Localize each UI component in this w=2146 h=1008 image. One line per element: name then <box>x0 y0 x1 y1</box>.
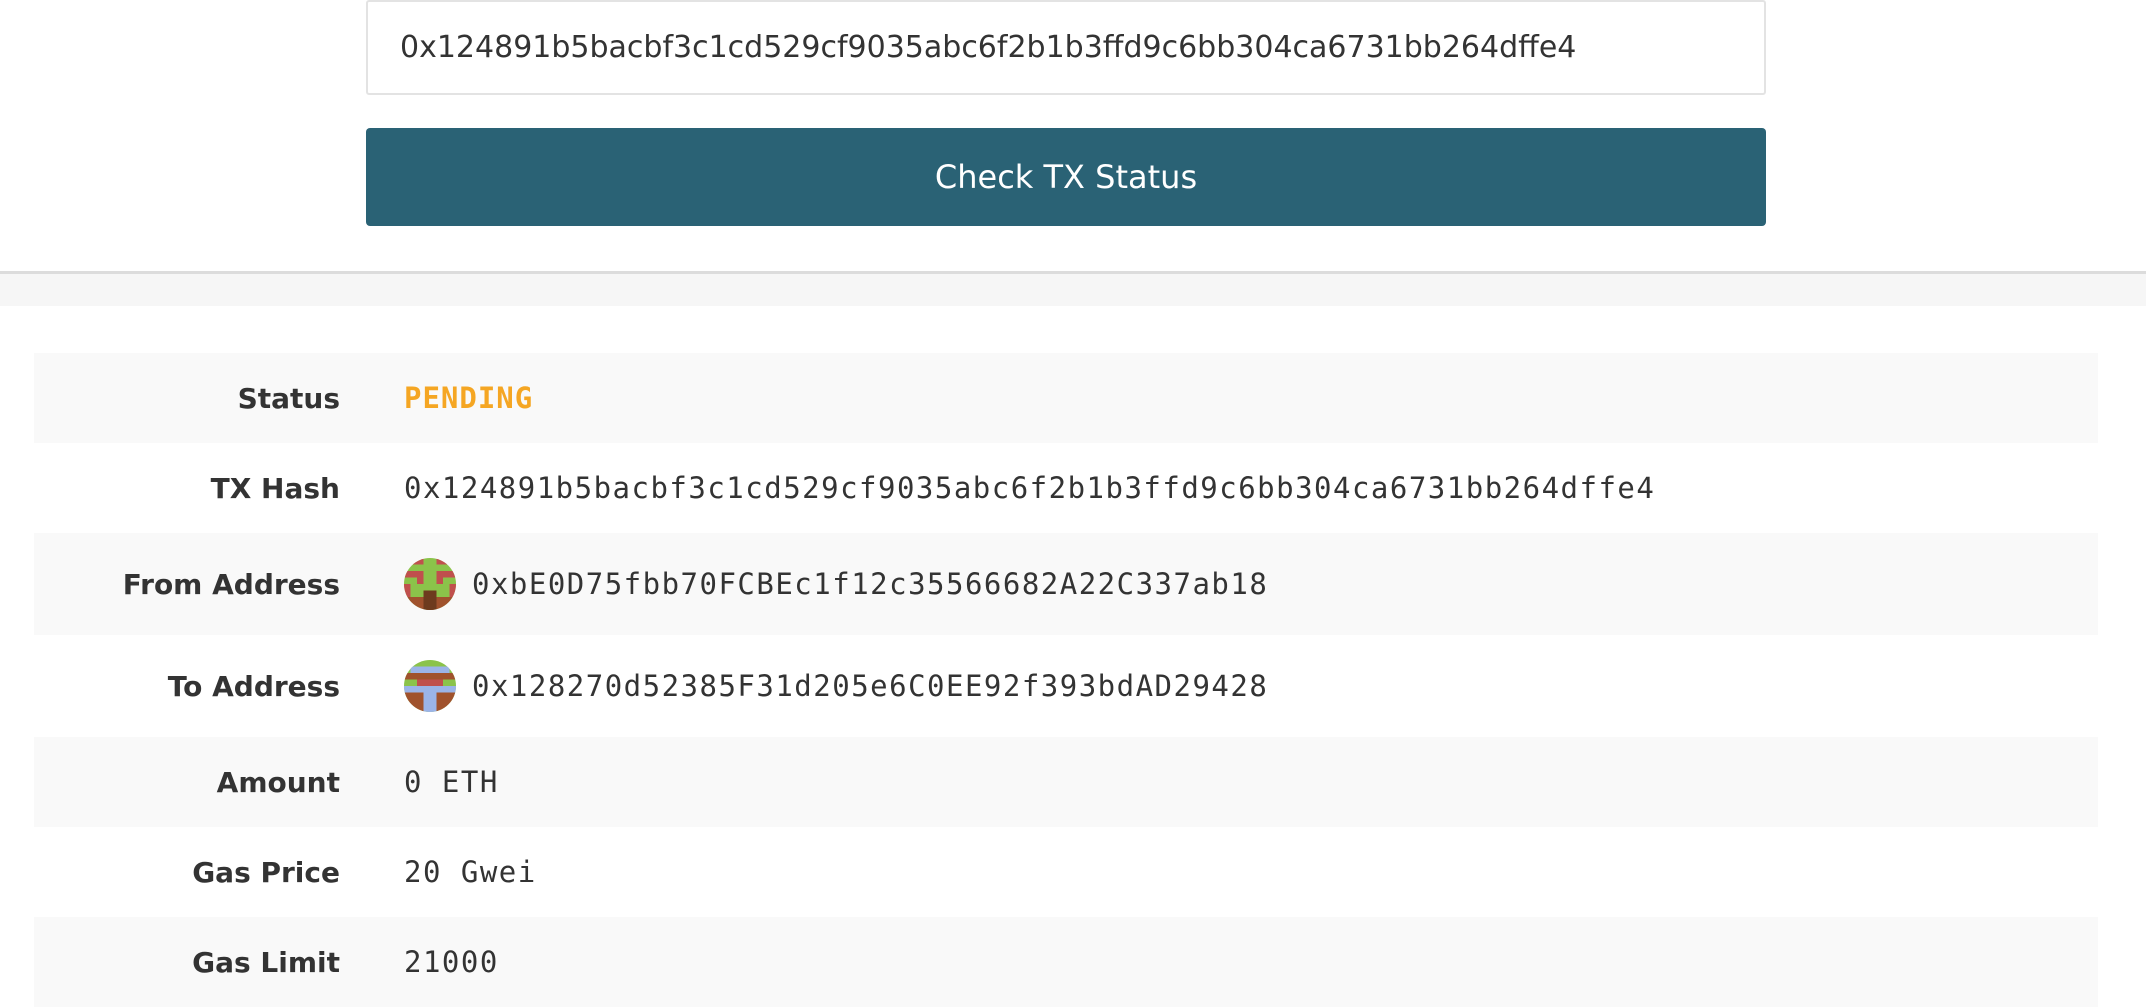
from-address-label: From Address <box>122 567 340 601</box>
to-address-row: To Address 0x128270d52385F31d205e6C0EE92… <box>34 635 2098 737</box>
gas-limit-value: 21000 <box>404 945 499 979</box>
tx-hash-row: TX Hash 0x124891b5bacbf3c1cd529cf9035abc… <box>34 443 2098 533</box>
to-address-cell: 0x128270d52385F31d205e6C0EE92f393bdAD294… <box>404 660 1268 712</box>
tx-hash-input[interactable] <box>366 0 1766 95</box>
amount-value: 0 ETH <box>404 765 499 799</box>
gas-limit-label: Gas Limit <box>192 945 340 979</box>
tx-hash-label: TX Hash <box>210 471 340 505</box>
from-address-row: From Address 0xbE0D75fbb70FCBEc1f12c3556… <box>34 533 2098 635</box>
gas-price-label: Gas Price <box>192 855 340 889</box>
status-row: Status PENDING <box>34 353 2098 443</box>
gas-price-row: Gas Price 20 Gwei <box>34 827 2098 917</box>
from-identicon-icon <box>404 558 456 610</box>
check-tx-status-button[interactable]: Check TX Status <box>366 128 1766 226</box>
status-value: PENDING <box>404 381 534 415</box>
tx-hash-value: 0x124891b5bacbf3c1cd529cf9035abc6f2b1b3f… <box>404 471 1656 505</box>
to-address-value: 0x128270d52385F31d205e6C0EE92f393bdAD294… <box>472 669 1269 703</box>
from-address-cell: 0xbE0D75fbb70FCBEc1f12c35566682A22C337ab… <box>404 558 1268 610</box>
to-address-label: To Address <box>167 669 340 703</box>
amount-label: Amount <box>216 765 340 799</box>
from-address-value: 0xbE0D75fbb70FCBEc1f12c35566682A22C337ab… <box>472 567 1269 601</box>
section-divider <box>0 274 2146 306</box>
tx-search-section: Check TX Status <box>0 0 2146 274</box>
status-label: Status <box>237 381 340 415</box>
amount-row: Amount 0 ETH <box>34 737 2098 827</box>
to-identicon-icon <box>404 660 456 712</box>
gas-price-value: 20 Gwei <box>404 855 537 889</box>
gas-limit-row: Gas Limit 21000 <box>34 917 2098 1007</box>
tx-details-table: Status PENDING TX Hash 0x124891b5bacbf3c… <box>34 353 2098 1007</box>
